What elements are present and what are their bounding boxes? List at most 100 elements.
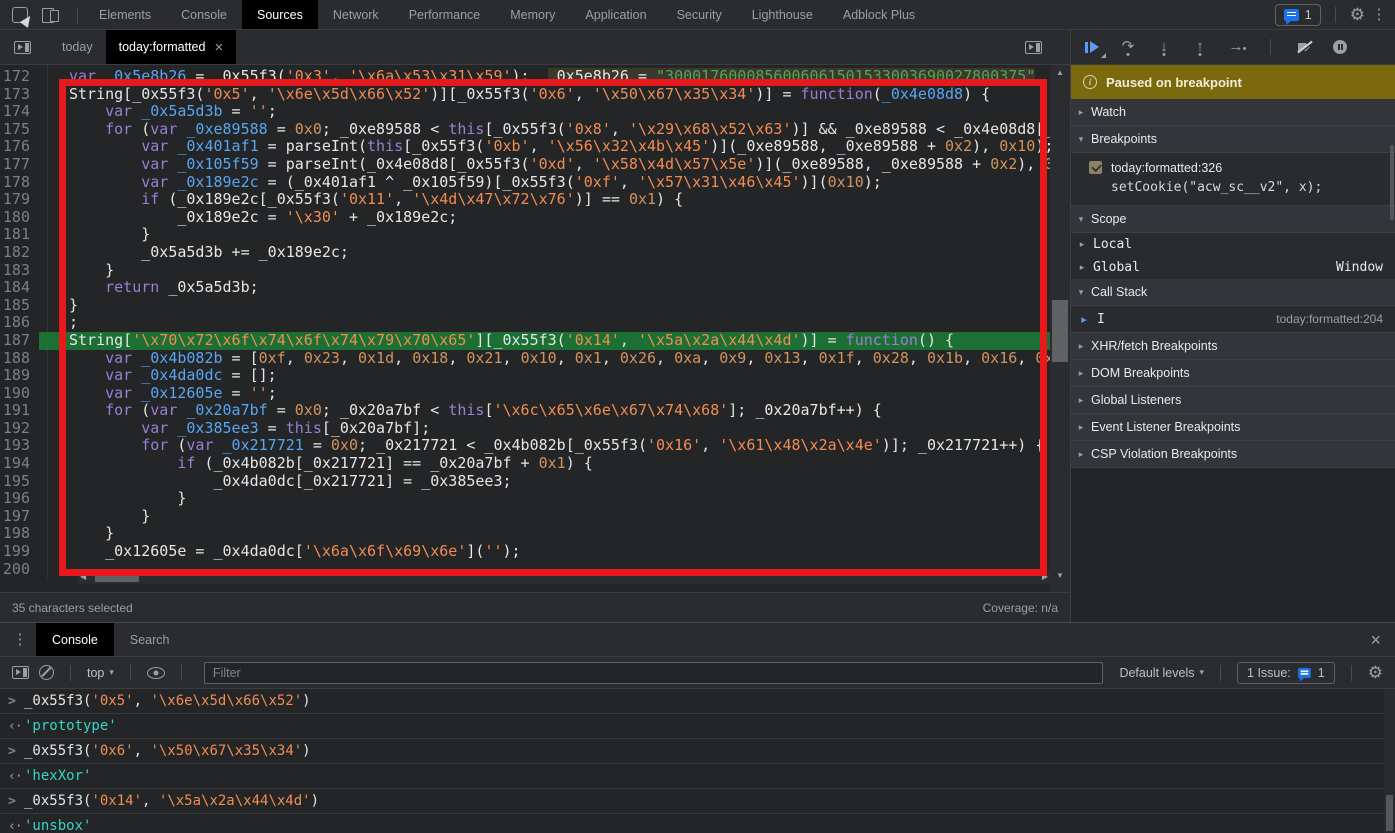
line-number[interactable]: 187 — [0, 332, 39, 350]
sidebar-scroll-thumb[interactable] — [1390, 145, 1394, 220]
line-number[interactable]: 185 — [0, 297, 39, 315]
file-tab-today[interactable]: today — [49, 30, 106, 64]
call-stack-frame[interactable]: ▸Itoday:formatted:204 — [1071, 306, 1395, 333]
code-text[interactable]: var _0x12605e = ''; — [39, 385, 1050, 403]
code-line[interactable]: 178 var _0x189e2c = (_0x401af1 ^ _0x105f… — [0, 174, 1050, 192]
code-line[interactable]: 185} — [0, 297, 1050, 315]
panel-tab-memory[interactable]: Memory — [495, 0, 570, 29]
context-selector[interactable]: top ▾ — [87, 666, 114, 680]
console-result-row[interactable]: ‹·'hexXor' — [0, 764, 1395, 789]
editor-panel-icon[interactable] — [1025, 41, 1042, 54]
code-line[interactable]: 190 var _0x12605e = ''; — [0, 385, 1050, 403]
line-number[interactable]: 193 — [0, 437, 39, 455]
code-line[interactable]: 186; — [0, 314, 1050, 332]
line-number[interactable]: 192 — [0, 420, 39, 438]
navigator-toggle-icon[interactable] — [14, 41, 31, 54]
code-line[interactable]: 181 } — [0, 226, 1050, 244]
code-text[interactable]: if (_0x189e2c[_0x55f3('0x11', '\x4d\x47\… — [39, 191, 1050, 209]
line-number[interactable]: 194 — [0, 455, 39, 473]
code-text[interactable]: return _0x5a5d3b; — [39, 279, 1050, 297]
code-text[interactable]: _0x5a5d3b += _0x189e2c; — [39, 244, 1050, 262]
scope-global[interactable]: ▸GlobalWindow — [1071, 256, 1395, 279]
sidebar-section-watch[interactable]: ▸Watch — [1071, 99, 1395, 126]
console-input-row[interactable]: >_0x55f3('0x5', '\x6e\x5d\x66\x52') — [0, 689, 1395, 714]
line-number[interactable]: 172 — [0, 68, 39, 86]
file-tab-today-formatted[interactable]: today:formatted× — [106, 30, 237, 64]
line-number[interactable]: 195 — [0, 473, 39, 491]
line-number[interactable]: 182 — [0, 244, 39, 262]
console-output[interactable]: >_0x55f3('0x5', '\x6e\x5d\x66\x52')‹·'pr… — [0, 689, 1395, 833]
line-number[interactable]: 196 — [0, 490, 39, 508]
close-icon[interactable]: × — [214, 40, 223, 55]
sidebar-section-scope[interactable]: ▾Scope — [1071, 206, 1395, 233]
code-text[interactable]: } — [39, 508, 1050, 526]
code-line[interactable]: 176 var _0x401af1 = parseInt(this[_0x55f… — [0, 138, 1050, 156]
code-line[interactable]: 196 } — [0, 490, 1050, 508]
device-toolbar-icon[interactable] — [42, 7, 59, 22]
panel-tab-network[interactable]: Network — [318, 0, 394, 29]
code-text[interactable]: String[_0x55f3('0x5', '\x6e\x5d\x66\x52'… — [39, 86, 1050, 104]
line-number[interactable]: 199 — [0, 543, 39, 561]
code-text[interactable]: for (var _0xe89588 = 0x0; _0xe89588 < th… — [39, 121, 1050, 139]
step-out-icon[interactable]: ↑ — [1192, 40, 1208, 55]
panel-tab-adblock-plus[interactable]: Adblock Plus — [828, 0, 930, 29]
sidebar-section-xhr-fetch-breakpoints[interactable]: ▸XHR/fetch Breakpoints — [1071, 333, 1395, 360]
editor-horizontal-scrollbar[interactable]: ◀ ▶ — [78, 570, 1050, 584]
code-line[interactable]: 177 var _0x105f59 = parseInt(_0x4e08d8[_… — [0, 156, 1050, 174]
code-text[interactable]: _0x12605e = _0x4da0dc['\x6a\x6f\x69\x6e'… — [39, 543, 1050, 561]
code-text[interactable]: } — [39, 525, 1050, 543]
line-number[interactable]: 175 — [0, 121, 39, 139]
code-text[interactable]: if (_0x4b082b[_0x217721] == _0x20a7bf + … — [39, 455, 1050, 473]
panel-tab-sources[interactable]: Sources — [242, 0, 318, 29]
code-text[interactable]: String['\x70\x72\x6f\x74\x6f\x74\x79\x70… — [39, 332, 1050, 350]
issues-badge[interactable]: 1 — [1275, 4, 1321, 26]
code-line[interactable]: 183 } — [0, 262, 1050, 280]
code-line[interactable]: 195 _0x4da0dc[_0x217721] = _0x385ee3; — [0, 473, 1050, 491]
code-line[interactable]: 175 for (var _0xe89588 = 0x0; _0xe89588 … — [0, 121, 1050, 139]
code-line[interactable]: 193 for (var _0x217721 = 0x0; _0x217721 … — [0, 437, 1050, 455]
breakpoint-item[interactable]: today:formatted:326setCookie("acw_sc__v2… — [1071, 153, 1395, 206]
code-line[interactable]: 179 if (_0x189e2c[_0x55f3('0x11', '\x4d\… — [0, 191, 1050, 209]
line-number[interactable]: 184 — [0, 279, 39, 297]
code-text[interactable]: var _0x4da0dc = []; — [39, 367, 1050, 385]
panel-tab-elements[interactable]: Elements — [84, 0, 166, 29]
console-input-row[interactable]: >_0x55f3('0x6', '\x50\x67\x35\x34') — [0, 739, 1395, 764]
code-text[interactable]: var _0x189e2c = (_0x401af1 ^ _0x105f59)[… — [39, 174, 1050, 192]
code-line[interactable]: 188 var _0x4b082b = [0xf, 0x23, 0x1d, 0x… — [0, 350, 1050, 368]
line-number[interactable]: 178 — [0, 174, 39, 192]
code-line[interactable]: 198 } — [0, 525, 1050, 543]
line-number[interactable]: 174 — [0, 103, 39, 121]
code-text[interactable]: var _0x401af1 = parseInt(this[_0x55f3('0… — [39, 138, 1050, 156]
code-text[interactable]: var _0x105f59 = parseInt(_0x4e08d8[_0x55… — [39, 156, 1050, 174]
code-text[interactable]: for (var _0x217721 = 0x0; _0x217721 < _0… — [39, 437, 1050, 455]
pause-on-exceptions-icon[interactable] — [1333, 40, 1347, 54]
line-number[interactable]: 186 — [0, 314, 39, 332]
line-number[interactable]: 173 — [0, 86, 39, 104]
drawer-tab-search[interactable]: Search — [114, 623, 186, 656]
panel-tab-security[interactable]: Security — [662, 0, 737, 29]
code-line[interactable]: 182 _0x5a5d3b += _0x189e2c; — [0, 244, 1050, 262]
code-line[interactable]: 189 var _0x4da0dc = []; — [0, 367, 1050, 385]
code-text[interactable]: var _0x5e8b26 = _0x55f3('0x3', '\x6a\x53… — [39, 68, 1050, 86]
code-text[interactable]: var _0x5a5d3b = ''; — [39, 103, 1050, 121]
line-number[interactable]: 190 — [0, 385, 39, 403]
deactivate-breakpoints-icon[interactable] — [1297, 40, 1313, 54]
code-line[interactable]: 172var _0x5e8b26 = _0x55f3('0x3', '\x6a\… — [0, 68, 1050, 86]
line-number[interactable]: 198 — [0, 525, 39, 543]
line-number[interactable]: 176 — [0, 138, 39, 156]
code-text[interactable]: } — [39, 297, 1050, 315]
live-expression-eye-icon[interactable] — [147, 667, 165, 679]
console-result-row[interactable]: ‹·'unsbox' — [0, 814, 1395, 833]
scroll-left-arrow-icon[interactable]: ◀ — [80, 572, 86, 581]
code-text[interactable]: _0x4da0dc[_0x217721] = _0x385ee3; — [39, 473, 1050, 491]
console-scrollbar[interactable] — [1384, 689, 1395, 833]
console-sidebar-toggle-icon[interactable] — [12, 666, 29, 679]
sidebar-section-call-stack[interactable]: ▾Call Stack — [1071, 279, 1395, 306]
code-text[interactable]: } — [39, 262, 1050, 280]
issues-counter[interactable]: 1 Issue: 1 — [1237, 662, 1335, 684]
drawer-tab-console[interactable]: Console — [36, 623, 114, 656]
sidebar-section-global-listeners[interactable]: ▸Global Listeners — [1071, 387, 1395, 414]
inspect-icon[interactable] — [12, 7, 28, 23]
console-filter-input[interactable] — [204, 662, 1104, 684]
sidebar-section-event-listener-breakpoints[interactable]: ▸Event Listener Breakpoints — [1071, 414, 1395, 441]
